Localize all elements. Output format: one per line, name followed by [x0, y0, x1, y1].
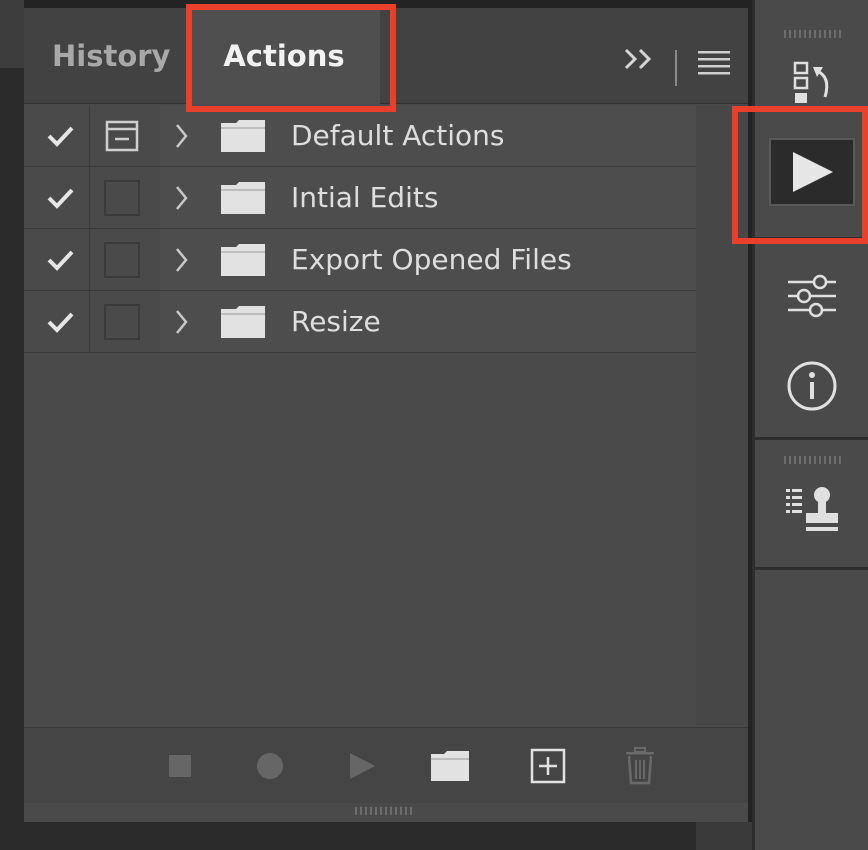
history-icon[interactable] [775, 52, 849, 112]
toggle-dialog-icon[interactable] [104, 118, 140, 154]
action-set-label: Resize [291, 305, 381, 338]
panel-menu-icon[interactable] [696, 48, 732, 76]
header-divider [675, 50, 677, 86]
action-set-row[interactable]: Export Opened Files [24, 229, 696, 291]
folder-icon [220, 243, 266, 277]
play-icon[interactable] [342, 746, 382, 786]
new-action-icon[interactable] [528, 746, 568, 786]
actions-tab-highlight [186, 4, 396, 112]
dock-group-middle [755, 240, 868, 440]
toggle-item-check-icon[interactable] [44, 247, 78, 273]
toggle-item-check-icon[interactable] [44, 123, 78, 149]
action-set-label: Export Opened Files [291, 243, 572, 276]
dock-grip[interactable] [783, 452, 843, 464]
new-set-folder-icon[interactable] [430, 746, 470, 786]
action-set-label: Intial Edits [291, 181, 439, 214]
panel-resize-grip[interactable] [354, 804, 414, 816]
workspace-bottom-right [696, 822, 752, 850]
stop-icon[interactable] [160, 746, 200, 786]
record-icon[interactable] [250, 746, 290, 786]
chevron-right-icon[interactable] [172, 245, 192, 275]
actions-icon-highlight [732, 106, 868, 244]
chevron-right-icon[interactable] [172, 121, 192, 151]
actions-panel: History Actions Default Actions Intial E… [24, 8, 748, 822]
tab-history[interactable]: History [52, 8, 170, 104]
action-set-row[interactable]: Resize [24, 291, 696, 353]
toggle-dialog-box[interactable] [104, 304, 140, 340]
toggle-dialog-box[interactable] [104, 180, 140, 216]
folder-icon [220, 119, 266, 153]
folder-icon [220, 305, 266, 339]
adjustments-icon[interactable] [775, 266, 849, 326]
clone-source-icon[interactable] [775, 480, 849, 540]
workspace-bottom [24, 822, 696, 850]
chevron-right-icon[interactable] [172, 307, 192, 337]
toggle-dialog-box[interactable] [104, 242, 140, 278]
collapse-panel-icon[interactable] [622, 44, 656, 74]
action-set-row[interactable]: Default Actions [24, 105, 696, 167]
action-set-row[interactable]: Intial Edits [24, 167, 696, 229]
toggle-item-check-icon[interactable] [44, 185, 78, 211]
dock-grip[interactable] [783, 26, 843, 38]
info-icon[interactable] [775, 356, 849, 416]
panel-footer [24, 727, 748, 803]
trash-icon[interactable] [620, 746, 660, 786]
chevron-right-icon[interactable] [172, 183, 192, 213]
folder-icon [220, 181, 266, 215]
action-set-label: Default Actions [291, 119, 505, 152]
toggle-item-check-icon[interactable] [44, 309, 78, 335]
workspace-background-top [0, 0, 24, 68]
actions-list: Default Actions Intial Edits Export Open… [24, 105, 696, 353]
workspace-background [0, 0, 24, 850]
dock-group-bottom [755, 440, 868, 570]
